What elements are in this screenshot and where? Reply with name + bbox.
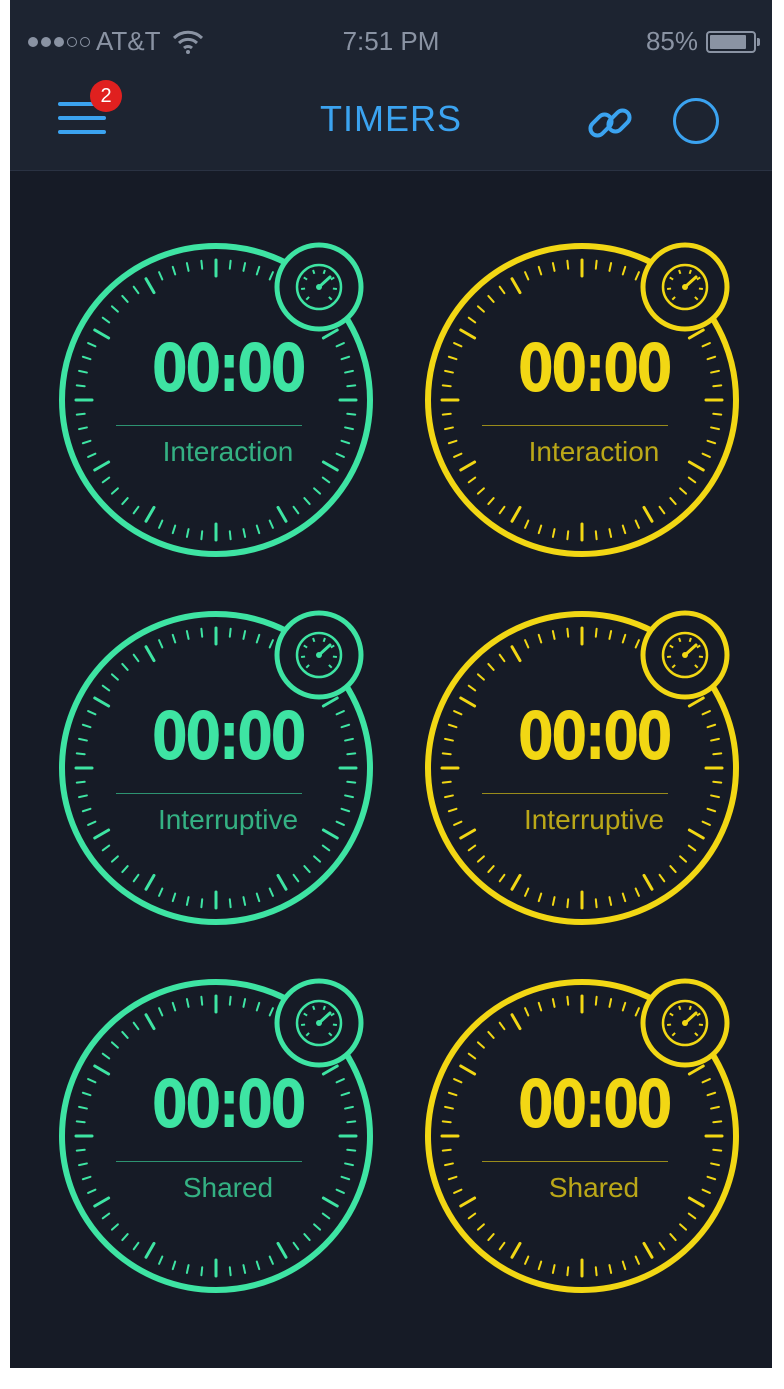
timer-label: Interaction [162, 436, 294, 467]
gauge-icon[interactable] [274, 242, 364, 332]
timer-card[interactable]: 00:00 Interaction [414, 240, 772, 600]
timer-divider [482, 1161, 668, 1162]
gauge-icon[interactable] [640, 610, 730, 700]
page-title: TIMERS [319, 98, 462, 139]
timer-card[interactable]: 00:00 Shared [414, 976, 772, 1336]
timer-time: 00:00 [517, 330, 673, 407]
timer-time: 00:00 [151, 698, 307, 775]
gauge-icon[interactable] [640, 242, 730, 332]
app-screen: AT&T 7:51 PM 85% 2 TIMERS 00:00 Interact… [10, 0, 772, 1368]
timer-label: Shared [548, 1172, 640, 1203]
gauge-icon[interactable] [640, 978, 730, 1068]
nav-bar: 2 TIMERS [10, 60, 772, 171]
timer-time: 00:00 [151, 1066, 307, 1143]
circle-icon[interactable] [673, 98, 719, 144]
timer-label: Interruptive [523, 804, 665, 835]
timer-label: Interruptive [157, 804, 299, 835]
battery-percent: 85% [645, 26, 698, 56]
timer-card[interactable]: 00:00 Interruptive [414, 608, 772, 968]
timer-divider [116, 425, 302, 426]
timer-card[interactable]: 00:00 Interruptive [48, 608, 408, 968]
link-icon[interactable] [583, 96, 637, 150]
timer-divider [116, 793, 302, 794]
timer-divider [482, 425, 668, 426]
battery-icon [706, 30, 760, 53]
timer-divider [482, 793, 668, 794]
timer-label: Interaction [528, 436, 660, 467]
timer-divider [116, 1161, 302, 1162]
timer-card[interactable]: 00:00 Shared [48, 976, 408, 1336]
timer-label: Shared [182, 1172, 274, 1203]
status-right: 85% [645, 26, 760, 57]
timer-time: 00:00 [517, 698, 673, 775]
gauge-icon[interactable] [274, 610, 364, 700]
gauge-icon[interactable] [274, 978, 364, 1068]
timer-time: 00:00 [151, 330, 307, 407]
timer-time: 00:00 [517, 1066, 673, 1143]
timer-card[interactable]: 00:00 Interaction [48, 240, 408, 600]
